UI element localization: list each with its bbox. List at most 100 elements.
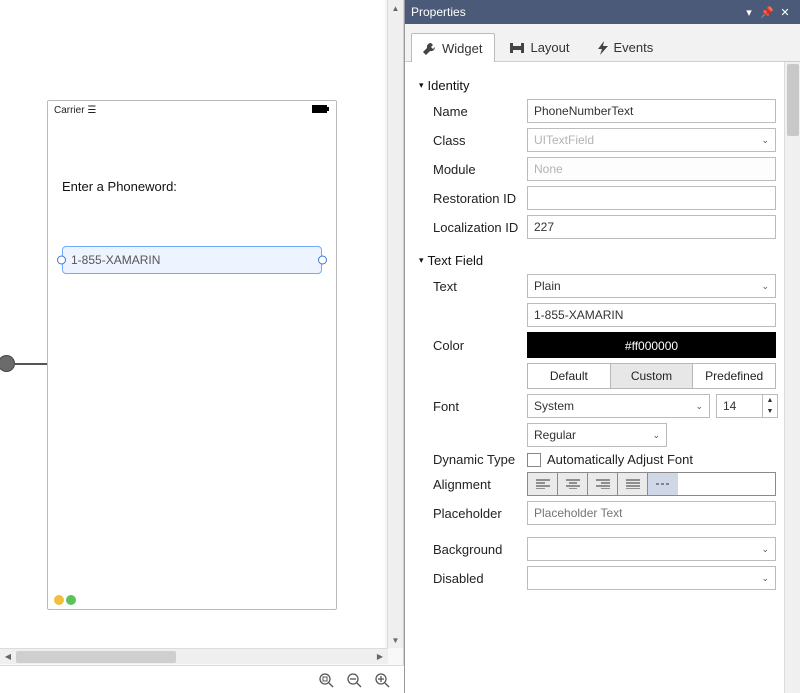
scrollbar-thumb[interactable] (787, 64, 799, 136)
text-value-input[interactable] (527, 303, 776, 327)
properties-panel: Properties ▾ 📌 ✕ Widget Layout Events (404, 0, 800, 693)
status-bar: Carrier ☰ (48, 101, 336, 119)
zoom-fit-icon[interactable] (318, 672, 334, 688)
wifi-icon: ☰ (87, 105, 96, 116)
resize-handle-right[interactable] (318, 256, 327, 265)
align-natural-button[interactable] (648, 473, 678, 495)
name-label: Name (419, 104, 527, 119)
placeholder-label: Placeholder (419, 506, 527, 521)
module-input[interactable] (527, 157, 776, 181)
font-size-input[interactable] (716, 394, 762, 418)
chevron-down-icon: ⌄ (761, 573, 769, 584)
restoration-id-label: Restoration ID (419, 191, 527, 206)
localization-id-label: Localization ID (419, 220, 527, 235)
chevron-down-icon: ⌄ (695, 401, 703, 412)
designer-pane: Carrier ☰ Enter a Phoneword: 1-855-XAMAR… (0, 0, 404, 693)
zoom-out-icon[interactable] (346, 672, 362, 688)
restoration-id-input[interactable] (527, 186, 776, 210)
text-label: Text (419, 279, 527, 294)
alignment-label: Alignment (419, 477, 527, 492)
scroll-left-icon[interactable]: ◀ (0, 649, 16, 664)
design-canvas[interactable]: Carrier ☰ Enter a Phoneword: 1-855-XAMAR… (0, 0, 388, 648)
module-label: Module (419, 162, 527, 177)
properties-tabs: Widget Layout Events (405, 24, 800, 62)
tab-events[interactable]: Events (587, 32, 667, 61)
scroll-right-icon[interactable]: ▶ (372, 649, 388, 664)
disabled-label: Disabled (419, 571, 527, 586)
designer-scrollbar-horizontal[interactable]: ◀ ▶ (0, 648, 388, 664)
stepper-down-icon[interactable]: ▼ (763, 406, 777, 417)
dynamic-type-checkbox[interactable] (527, 453, 541, 467)
carrier-label: Carrier ☰ (54, 105, 96, 116)
align-justify-button[interactable] (618, 473, 648, 495)
close-icon[interactable]: ✕ (776, 6, 794, 19)
panel-menu-icon[interactable]: ▾ (740, 6, 758, 19)
font-weight-select[interactable]: Regular ⌄ (527, 423, 667, 447)
prompt-label: Enter a Phoneword: (62, 179, 322, 194)
chevron-down-icon: ⌄ (761, 544, 769, 555)
placeholder-input[interactable] (527, 501, 776, 525)
class-select[interactable]: UITextField ⌄ (527, 128, 776, 152)
flow-start-icon (0, 355, 15, 372)
font-family-select[interactable]: System ⌄ (527, 394, 710, 418)
disabled-select[interactable]: ⌄ (527, 566, 776, 590)
zoom-in-icon[interactable] (374, 672, 390, 688)
tab-widget-label: Widget (442, 41, 482, 56)
layout-icon (510, 43, 524, 53)
artboard-status-icons (54, 595, 76, 605)
section-textfield-header[interactable]: ▾ Text Field (419, 253, 776, 268)
background-select[interactable]: ⌄ (527, 537, 776, 561)
stepper-up-icon[interactable]: ▲ (763, 395, 777, 406)
localization-id-input[interactable] (527, 215, 776, 239)
section-identity: ▾ Identity Name Class UITextField ⌄ (419, 78, 776, 239)
warning-dot-icon (54, 595, 64, 605)
section-identity-header[interactable]: ▾ Identity (419, 78, 776, 93)
color-label: Color (419, 338, 527, 353)
tab-layout-label: Layout (530, 40, 569, 55)
align-center-button[interactable] (558, 473, 588, 495)
color-predefined-button[interactable]: Predefined (693, 364, 775, 388)
color-custom-button[interactable]: Custom (611, 364, 694, 388)
tab-layout[interactable]: Layout (499, 32, 582, 61)
scrollbar-thumb[interactable] (16, 651, 176, 663)
dynamic-type-text: Automatically Adjust Font (547, 452, 693, 467)
alignment-segmented (527, 472, 776, 496)
wrench-icon (422, 42, 436, 56)
text-color-swatch[interactable]: #ff000000 (527, 332, 776, 358)
color-default-button[interactable]: Default (528, 364, 611, 388)
designer-scrollbar-vertical[interactable]: ▲ ▼ (387, 0, 403, 648)
font-family-value: System (534, 399, 574, 413)
pin-icon[interactable]: 📌 (758, 6, 776, 19)
panel-title: Properties (411, 5, 740, 19)
chevron-down-icon: ⌄ (761, 135, 769, 146)
section-textfield-label: Text Field (428, 253, 484, 268)
font-size-stepper[interactable]: ▲▼ (716, 394, 776, 418)
class-label: Class (419, 133, 527, 148)
phoneword-textfield[interactable]: 1-855-XAMARIN (62, 246, 322, 274)
align-left-button[interactable] (528, 473, 558, 495)
caret-down-icon: ▾ (419, 80, 424, 91)
panel-titlebar[interactable]: Properties ▾ 📌 ✕ (405, 0, 800, 24)
section-textfield: ▾ Text Field Text Plain ⌄ (419, 253, 776, 590)
resize-handle-left[interactable] (57, 256, 66, 265)
iphone-artboard[interactable]: Carrier ☰ Enter a Phoneword: 1-855-XAMAR… (47, 100, 337, 610)
scroll-down-icon[interactable]: ▼ (388, 632, 403, 648)
chevron-down-icon: ⌄ (652, 430, 660, 441)
zoom-toolbar (0, 665, 404, 693)
text-type-select[interactable]: Plain ⌄ (527, 274, 776, 298)
dynamic-type-label: Dynamic Type (419, 452, 527, 467)
align-right-button[interactable] (588, 473, 618, 495)
name-input[interactable] (527, 99, 776, 123)
textfield-value: 1-855-XAMARIN (71, 253, 160, 267)
properties-scrollbar[interactable] (784, 62, 800, 693)
caret-down-icon: ▾ (419, 255, 424, 266)
color-mode-segmented: Default Custom Predefined (527, 363, 776, 389)
tab-widget[interactable]: Widget (411, 33, 495, 62)
battery-icon (312, 105, 330, 116)
background-label: Background (419, 542, 527, 557)
section-identity-label: Identity (428, 78, 470, 93)
scroll-up-icon[interactable]: ▲ (388, 0, 403, 16)
font-label: Font (419, 399, 527, 414)
text-type-value: Plain (534, 279, 561, 293)
tab-events-label: Events (614, 40, 654, 55)
